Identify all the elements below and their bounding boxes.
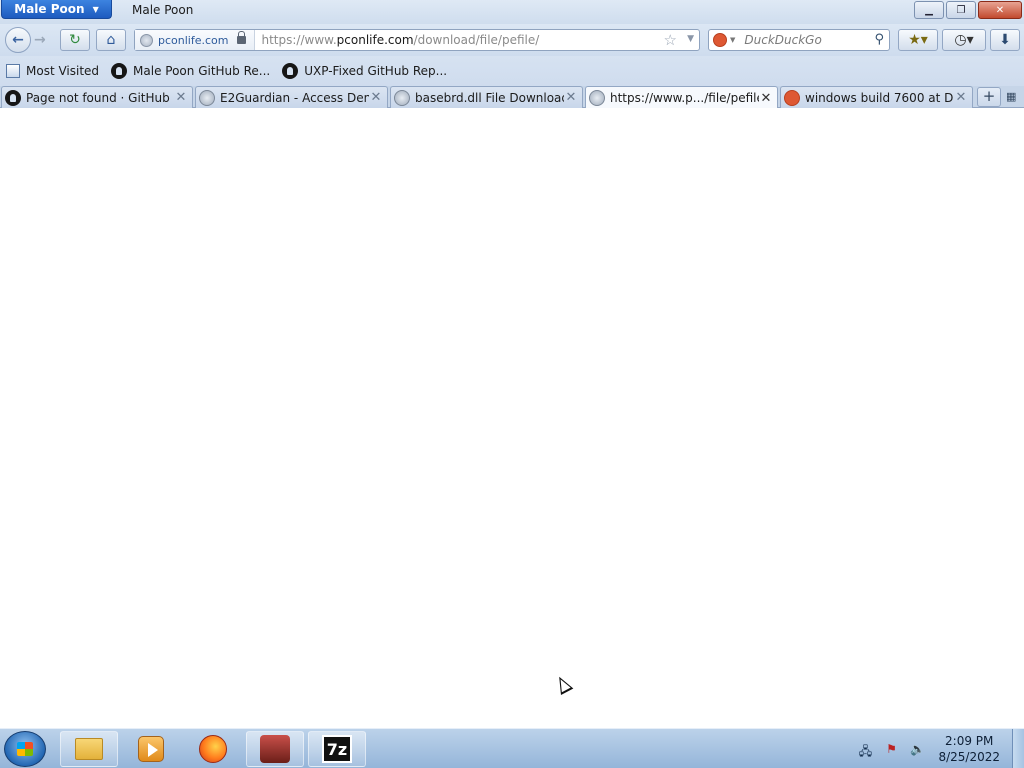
github-icon <box>111 63 128 79</box>
tab-label: Page not found · GitHub · ... <box>26 90 174 105</box>
start-button[interactable] <box>4 731 46 767</box>
close-button[interactable]: ✕ <box>978 1 1022 19</box>
search-icon[interactable]: ⚲ <box>874 32 884 47</box>
window-controls: ▁ ❐ ✕ <box>914 1 1022 19</box>
bookmark-most-visited[interactable]: Most Visited <box>4 64 101 78</box>
taskbar-game-app[interactable] <box>246 731 304 767</box>
media-player-icon <box>138 736 164 762</box>
restore-button[interactable]: ❐ <box>946 1 976 19</box>
url-path: /download/file/pefile/ <box>413 33 540 47</box>
tab-label: windows build 7600 at Duc... <box>805 90 954 105</box>
chevron-down-icon: ▼ <box>92 4 99 14</box>
downloads-button[interactable]: ⬇ <box>990 29 1020 51</box>
new-tab-button[interactable]: + <box>977 87 1001 107</box>
system-clock[interactable]: 2:09 PM 8/25/2022 <box>938 733 1000 765</box>
volume-icon[interactable]: 🔈 <box>909 742 925 756</box>
bookmarks-star-icon: ★▾ <box>908 32 928 48</box>
search-engine-dropdown-icon[interactable]: ▼ <box>730 36 735 44</box>
duckduckgo-icon[interactable] <box>713 33 727 47</box>
url-prefix: https://www. <box>261 33 337 47</box>
taskbar-7zip[interactable]: 7z <box>308 731 366 767</box>
navigation-toolbar: ← → ↻ ⌂ pconlife.com https://www.pconlif… <box>0 24 1024 56</box>
tab-basebrd[interactable]: basebrd.dll File Download ... ✕ <box>390 86 583 108</box>
network-icon[interactable]: 🖧 <box>857 742 873 758</box>
bookmark-uxp-fixed-github[interactable]: UXP-Fixed GitHub Rep... <box>280 63 449 79</box>
tab-close-icon[interactable]: ✕ <box>369 90 383 105</box>
page-content[interactable] <box>0 108 1024 728</box>
game-app-icon <box>260 735 290 763</box>
bookmarks-button[interactable]: ★▾ <box>898 29 938 51</box>
url-history-dropdown-icon[interactable]: ▼ <box>687 34 694 44</box>
list-all-tabs-icon[interactable]: ▦ <box>1006 90 1020 104</box>
title-bar: Male Poon ▼ Male Poon ▁ ❐ ✕ <box>0 0 1024 24</box>
clock-time: 2:09 PM <box>945 734 994 748</box>
app-menu-button[interactable]: Male Poon ▼ <box>1 0 112 19</box>
search-bar[interactable]: ▼ DuckDuckGo ⚲ <box>708 29 890 51</box>
windows-logo-icon <box>17 742 33 756</box>
bookmark-label: UXP-Fixed GitHub Rep... <box>304 64 448 78</box>
forward-arrow-icon: → <box>34 32 46 48</box>
bookmark-label: Male Poon GitHub Re... <box>133 64 271 78</box>
url-bar[interactable]: pconlife.com https://www.pconlife.com/do… <box>134 29 700 51</box>
duckduckgo-icon <box>784 89 800 106</box>
tab-e2guardian[interactable]: E2Guardian - Access Denied ✕ <box>195 86 388 108</box>
back-button[interactable]: ← <box>5 27 31 53</box>
bookmark-star-icon[interactable]: ☆ <box>664 31 677 49</box>
url-input[interactable]: https://www.pconlife.com/download/file/p… <box>255 33 539 47</box>
most-visited-icon <box>6 64 20 78</box>
site-identity-label: pconlife.com <box>158 33 229 47</box>
back-arrow-icon: ← <box>12 32 24 48</box>
site-identity-button[interactable]: pconlife.com <box>135 30 256 50</box>
home-button[interactable]: ⌂ <box>96 29 126 51</box>
taskbar-explorer[interactable] <box>60 731 118 767</box>
firefox-icon <box>199 735 227 763</box>
bookmarks-toolbar: Most Visited Male Poon GitHub Re... UXP-… <box>0 56 1024 86</box>
tab-close-icon[interactable]: ✕ <box>954 90 968 105</box>
github-icon <box>5 89 21 106</box>
tab-label: E2Guardian - Access Denied <box>220 90 369 105</box>
tab-strip: Page not found · GitHub · ... ✕ E2Guardi… <box>0 86 1024 109</box>
bookmark-male-poon-github[interactable]: Male Poon GitHub Re... <box>109 63 272 79</box>
reload-button[interactable]: ↻ <box>60 29 90 51</box>
clock-date: 8/25/2022 <box>938 750 1000 764</box>
taskbar: 7z 🖧 ⚑ 🔈 2:09 PM 8/25/2022 <box>0 728 1024 768</box>
tab-label: https://www.p.../file/pefile/ <box>610 91 759 105</box>
folder-icon <box>75 738 103 760</box>
taskbar-media-player[interactable] <box>122 731 180 767</box>
globe-icon <box>589 90 605 106</box>
bookmark-label: Most Visited <box>26 64 100 78</box>
mouse-cursor-icon <box>553 673 574 696</box>
action-center-flag-icon[interactable]: ⚑ <box>883 742 899 756</box>
globe-icon <box>199 89 215 106</box>
tab-close-icon[interactable]: ✕ <box>759 91 773 106</box>
tab-close-icon[interactable]: ✕ <box>564 90 578 105</box>
download-arrow-icon: ⬇ <box>999 32 1011 48</box>
tab-github-not-found[interactable]: Page not found · GitHub · ... ✕ <box>1 86 193 108</box>
tab-label: basebrd.dll File Download ... <box>415 90 564 105</box>
taskbar-firefox[interactable] <box>184 731 242 767</box>
window-title: Male Poon <box>132 3 194 17</box>
forward-button[interactable]: → <box>34 32 56 50</box>
history-button[interactable]: ◷▾ <box>942 29 986 51</box>
system-tray: 🖧 ⚑ 🔈 2:09 PM 8/25/2022 <box>852 729 1024 768</box>
globe-icon <box>394 89 410 106</box>
app-menu-label: Male Poon <box>14 2 85 16</box>
reload-icon: ↻ <box>69 32 81 48</box>
home-icon: ⌂ <box>106 32 116 48</box>
tab-duckduckgo-search[interactable]: windows build 7600 at Duc... ✕ <box>780 86 973 108</box>
globe-icon <box>140 33 153 47</box>
minimize-button[interactable]: ▁ <box>914 1 944 19</box>
history-clock-icon: ◷▾ <box>954 32 974 48</box>
tab-pefile-active[interactable]: https://www.p.../file/pefile/ ✕ <box>585 86 778 109</box>
show-desktop-button[interactable] <box>1012 729 1024 768</box>
lock-icon <box>237 31 247 44</box>
tab-close-icon[interactable]: ✕ <box>174 90 188 105</box>
url-host: pconlife.com <box>336 33 414 47</box>
7zip-icon: 7z <box>322 735 352 763</box>
github-icon <box>282 63 299 79</box>
search-input[interactable]: DuckDuckGo <box>744 33 821 47</box>
